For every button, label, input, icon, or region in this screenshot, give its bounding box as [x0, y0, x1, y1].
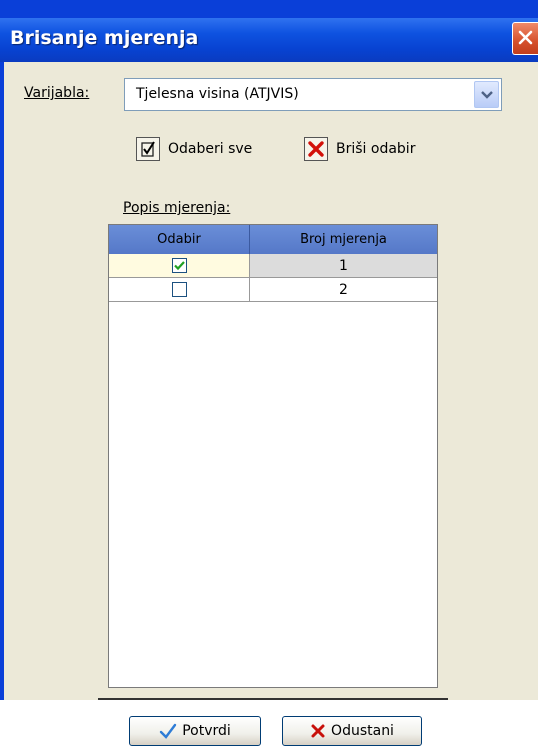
measurement-number: 1: [250, 254, 437, 278]
checkmark-icon: [160, 723, 177, 739]
clear-selection-button[interactable]: Briši odabir: [304, 135, 415, 163]
column-header-select[interactable]: Odabir: [109, 225, 250, 254]
close-button[interactable]: [512, 22, 538, 55]
table-row[interactable]: 1: [109, 254, 437, 278]
red-x-icon: [304, 137, 328, 161]
row-checkbox[interactable]: [172, 282, 187, 297]
chevron-down-icon: [481, 91, 493, 99]
measurement-grid[interactable]: Odabir Broj mjerenja 1 2: [108, 224, 438, 688]
clear-selection-label: Briši odabir: [336, 141, 416, 157]
variable-label: Varijabla:: [24, 85, 89, 101]
variable-select-value: Tjelesna visina (ATJVIS): [136, 86, 299, 102]
select-cell[interactable]: [109, 254, 250, 278]
dropdown-button[interactable]: [474, 81, 499, 108]
variable-label-text: Varijabla:: [24, 85, 90, 101]
grid-header: Odabir Broj mjerenja: [109, 225, 437, 254]
confirm-button[interactable]: Potvrdi: [129, 716, 261, 746]
dialog-body: Varijabla: Tjelesna visina (ATJVIS) Odab…: [4, 62, 538, 746]
variable-select[interactable]: Tjelesna visina (ATJVIS): [124, 78, 502, 111]
checkmark-icon: [174, 261, 185, 271]
checkbox-checked-icon: [136, 137, 160, 161]
cancel-label: Odustani: [331, 723, 394, 739]
dialog-window: Brisanje mjerenja Varijabla: Tjelesna vi…: [0, 0, 538, 746]
dialog-title: Brisanje mjerenja: [10, 27, 199, 49]
cancel-button[interactable]: Odustani: [282, 716, 422, 746]
title-bar[interactable]: Brisanje mjerenja: [0, 18, 538, 62]
column-header-number[interactable]: Broj mjerenja: [250, 225, 437, 254]
select-all-button[interactable]: Odaberi sve: [136, 135, 252, 163]
red-x-icon: [311, 724, 325, 738]
measurement-list-label: Popis mjerenja:: [123, 200, 230, 216]
confirm-label: Potvrdi: [182, 723, 231, 739]
select-cell[interactable]: [109, 278, 250, 302]
select-all-label: Odaberi sve: [168, 141, 253, 157]
row-checkbox[interactable]: [172, 258, 187, 273]
measurement-number: 2: [250, 278, 437, 302]
close-icon: [518, 30, 533, 45]
measurement-list-label-text: Popis mjerenja:: [123, 200, 231, 216]
table-row[interactable]: 2: [109, 278, 437, 302]
